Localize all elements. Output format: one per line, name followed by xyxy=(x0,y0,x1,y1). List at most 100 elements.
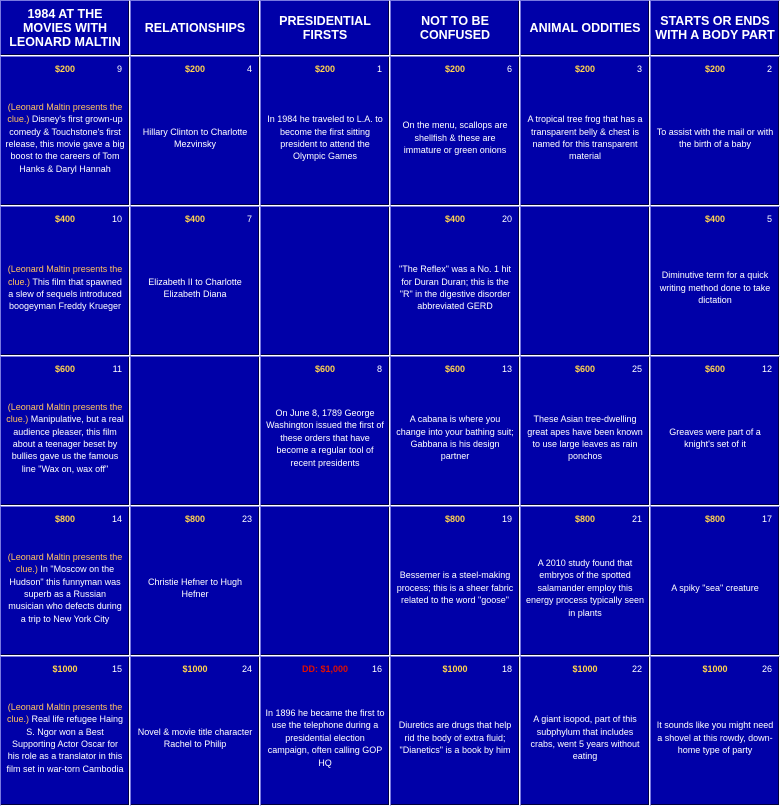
clue-value: $400 xyxy=(184,214,206,224)
category-header: PRESIDENTIAL FIRSTS xyxy=(260,0,390,56)
clue-text: On the menu, scallops are shellfish & th… xyxy=(402,120,508,156)
empty-clue-cell xyxy=(520,206,650,356)
clue-cell[interactable]: $800 23 Christie Hefner to Hugh Hefner xyxy=(130,506,260,656)
clue-order-number: 24 xyxy=(241,664,252,674)
clue-value: $200 xyxy=(184,64,206,74)
clue-value: $1000 xyxy=(572,664,598,674)
clue-cell[interactable]: $1000 22 A giant isopod, part of this subp… xyxy=(520,656,650,806)
category-title: NOT TO BE CONFUSED xyxy=(419,14,491,42)
clue-value: $400 xyxy=(444,214,466,224)
clue-value: $200 xyxy=(444,64,466,74)
clue-cell[interactable]: $600 11 (Leonard Maltin presents the clue.… xyxy=(0,356,130,506)
clue-text: In 1984 he traveled to L.A. to become th… xyxy=(267,114,383,162)
clue-cell[interactable]: DD: $1,000 16 In 1896 he became the first … xyxy=(260,656,390,806)
clue-cell[interactable]: $200 3 A tropical tree frog that has a tra… xyxy=(520,56,650,206)
clue-order-number: 1 xyxy=(376,64,382,74)
clue-body: A cabana is where you change into your b… xyxy=(391,375,519,501)
clue-order-number: 7 xyxy=(246,214,252,224)
clue-text: On June 8, 1789 George Washington issued… xyxy=(266,407,384,468)
clue-value: $1000 xyxy=(442,664,468,674)
clue-cell[interactable]: $1000 18 Diuretics are drugs that help rid… xyxy=(390,656,520,806)
clue-text: It sounds like you might need a shovel a… xyxy=(656,720,774,756)
clue-cell[interactable]: $400 20 "The Reflex" was a No. 1 hit for D… xyxy=(390,206,520,356)
clue-cell[interactable]: $800 19 Bessemer is a steel-making process… xyxy=(390,506,520,656)
clue-order-number: 26 xyxy=(761,664,772,674)
clue-body: Novel & movie title character Rachel to … xyxy=(131,675,259,801)
clue-cell[interactable]: $200 9 (Leonard Maltin presents the clue.)… xyxy=(0,56,130,206)
clue-cell[interactable]: $800 14 (Leonard Maltin presents the clue.… xyxy=(0,506,130,656)
clue-body: "The Reflex" was a No. 1 hit for Duran D… xyxy=(391,225,519,351)
clue-order-number: 12 xyxy=(761,364,772,374)
clue-text: A tropical tree frog that has a transpar… xyxy=(527,114,643,162)
clue-text: To assist with the mail or with the birt… xyxy=(656,126,774,149)
clue-body: Elizabeth II to Charlotte Elizabeth Dian… xyxy=(131,225,259,351)
category-title: RELATIONSHIPS xyxy=(144,21,246,35)
clue-text: Diminutive term for a quick writing meth… xyxy=(659,270,771,306)
clue-body: Hillary Clinton to Charlotte Mezvinsky xyxy=(131,75,259,201)
clue-value: $1000 xyxy=(52,664,78,674)
clue-order-number: 4 xyxy=(246,64,252,74)
empty-clue-cell xyxy=(260,506,390,656)
clue-value: $200 xyxy=(574,64,596,74)
clue-cell[interactable]: $1000 26 It sounds like you might need a s… xyxy=(650,656,780,806)
clue-text: Greaves were part of a knight's set of i… xyxy=(669,426,761,449)
clue-body: A tropical tree frog that has a transpar… xyxy=(521,75,649,201)
clue-text: A spiky "sea" creature xyxy=(671,582,759,593)
empty-clue-cell xyxy=(130,356,260,506)
clue-cell[interactable]: $1000 24 Novel & movie title character Rac… xyxy=(130,656,260,806)
clue-cell[interactable]: $200 4 Hillary Clinton to Charlotte Mezvin… xyxy=(130,56,260,206)
clue-value: $800 xyxy=(704,514,726,524)
clue-cell[interactable]: $400 10 (Leonard Maltin presents the clue.… xyxy=(0,206,130,356)
clue-text: (Leonard Maltin presents the clue.) This… xyxy=(1,263,129,313)
clue-order-number: 9 xyxy=(116,64,122,74)
clue-cell[interactable]: $800 17 A spiky "sea" creature xyxy=(650,506,780,656)
clue-body: (Leonard Maltin presents the clue.) This… xyxy=(1,225,129,351)
clue-cell[interactable]: $800 21 A 2010 study found that embryos of… xyxy=(520,506,650,656)
clue-value: $1000 xyxy=(702,664,728,674)
clue-order-number: 2 xyxy=(766,64,772,74)
clue-cell[interactable]: $200 6 On the menu, scallops are shellfish… xyxy=(390,56,520,206)
clue-cell[interactable]: $600 12 Greaves were part of a knight's se… xyxy=(650,356,780,506)
clue-text: A cabana is where you change into your b… xyxy=(396,414,514,462)
clue-body: In 1896 he became the first to use the t… xyxy=(261,675,389,801)
clue-text: Hillary Clinton to Charlotte Mezvinsky xyxy=(142,126,248,149)
category-title: PRESIDENTIAL FIRSTS xyxy=(279,14,371,42)
clue-value: $400 xyxy=(54,214,76,224)
clue-order-number: 13 xyxy=(501,364,512,374)
clue-cell[interactable]: $200 2 To assist with the mail or with the… xyxy=(650,56,780,206)
clue-text: Elizabeth II to Charlotte Elizabeth Dian… xyxy=(148,276,242,299)
clue-text: These Asian tree-dwelling great apes hav… xyxy=(527,414,643,462)
clue-cell[interactable]: $400 5 Diminutive term for a quick writing… xyxy=(650,206,780,356)
clue-body: A 2010 study found that embryos of the s… xyxy=(521,525,649,651)
clue-text: In 1896 he became the first to use the t… xyxy=(265,707,385,768)
clue-body: On the menu, scallops are shellfish & th… xyxy=(391,75,519,201)
clue-cell[interactable]: $600 25 These Asian tree-dwelling great ap… xyxy=(520,356,650,506)
category-title: ANIMAL ODDITIES xyxy=(529,21,641,35)
clue-value: $600 xyxy=(444,364,466,374)
clue-cell[interactable]: $1000 15 (Leonard Maltin presents the clue… xyxy=(0,656,130,806)
clue-order-number: 5 xyxy=(766,214,772,224)
clue-body: Christie Hefner to Hugh Hefner xyxy=(131,525,259,651)
clue-order-number: 25 xyxy=(631,364,642,374)
category-header: ANIMAL ODDITIES xyxy=(520,0,650,56)
clue-text: A giant isopod, part of this subphylum t… xyxy=(530,714,640,762)
daily-double-value: DD: $1,000 xyxy=(301,664,349,674)
clue-text: Bessemer is a steel-making process; this… xyxy=(396,570,514,606)
clue-body: (Leonard Maltin presents the clue.) Mani… xyxy=(1,375,129,501)
empty-clue-cell xyxy=(260,206,390,356)
clue-order-number: 6 xyxy=(506,64,512,74)
clue-value: $800 xyxy=(574,514,596,524)
clue-text: "The Reflex" was a No. 1 hit for Duran D… xyxy=(399,264,511,312)
clue-cell[interactable]: $200 1 In 1984 he traveled to L.A. to beco… xyxy=(260,56,390,206)
clue-body: It sounds like you might need a shovel a… xyxy=(651,675,779,801)
clue-cell[interactable]: $400 7 Elizabeth II to Charlotte Elizabeth… xyxy=(130,206,260,356)
clue-order-number: 19 xyxy=(501,514,512,524)
clue-order-number: 14 xyxy=(111,514,122,524)
clue-body: A giant isopod, part of this subphylum t… xyxy=(521,675,649,801)
clue-cell[interactable]: $600 8 On June 8, 1789 George Washington i… xyxy=(260,356,390,506)
clue-order-number: 20 xyxy=(501,214,512,224)
clue-body: On June 8, 1789 George Washington issued… xyxy=(261,375,389,501)
clue-value: $400 xyxy=(704,214,726,224)
clue-cell[interactable]: $600 13 A cabana is where you change into … xyxy=(390,356,520,506)
clue-value: $600 xyxy=(54,364,76,374)
